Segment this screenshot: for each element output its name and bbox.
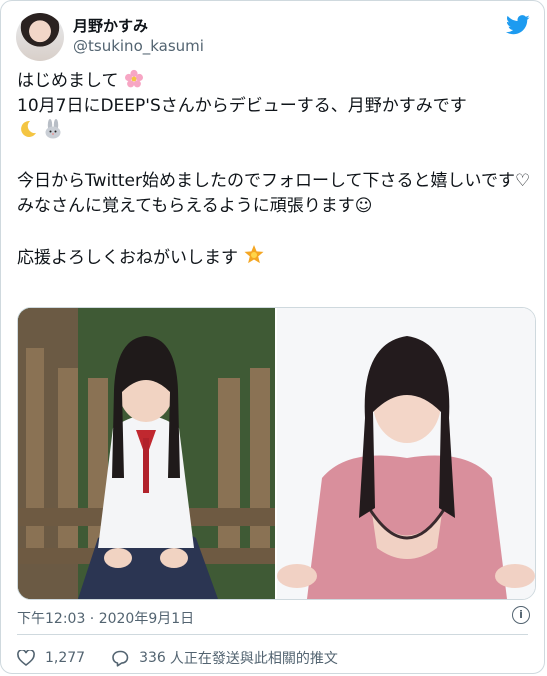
star-icon (244, 245, 264, 264)
user-handle[interactable]: @tsukino_kasumi (73, 37, 204, 55)
tweet-timestamp[interactable]: 下午12:03 · 2020年9月1日 (17, 608, 194, 628)
photo-left-illustration (18, 308, 275, 599)
tweet-line-4: 今日からTwitter始めましたのでフォローして下さると嬉しいです♡ (17, 171, 531, 191)
info-icon[interactable]: i (512, 606, 530, 624)
photo-right[interactable] (277, 308, 535, 599)
tweet-card[interactable]: 月野かすみ @tsukino_kasumi はじめまして 10月7日にDEEP'… (0, 0, 545, 674)
tweet-line-1: はじめまして (17, 69, 532, 94)
twitter-bird-icon[interactable] (506, 15, 530, 35)
tweet-line-3 (17, 119, 532, 144)
photo-left[interactable] (18, 308, 275, 599)
reply-label: 人正在發送與此相關的推文 (169, 651, 338, 667)
tweet-line-7: 応援よろしくおねがいします (17, 244, 532, 271)
rabbit-icon (45, 119, 61, 139)
avatar[interactable] (16, 13, 64, 61)
tweet-actions: 1,277 336 人正在發送與此相關的推文 (17, 648, 364, 668)
reply-button[interactable]: 336 人正在發送與此相關的推文 (111, 648, 338, 668)
tweet-line-5: みなさんに覚えてもらえるように頑張ります☺ (17, 196, 373, 216)
photo-right-illustration (277, 308, 535, 599)
tweet-media[interactable] (17, 307, 536, 600)
flower-icon (124, 69, 143, 88)
tweet-text: はじめまして 10月7日にDEEP'Sさんからデビューする、月野かすみです 今日… (17, 69, 532, 271)
tweet-line-2: 10月7日にDEEP'Sさんからデビューする、月野かすみです (17, 96, 467, 116)
reply-icon (112, 650, 129, 667)
display-name[interactable]: 月野かすみ (73, 15, 148, 36)
like-button[interactable]: 1,277 (17, 650, 85, 666)
divider (17, 634, 528, 635)
moon-icon (21, 120, 36, 137)
reply-count: 336 (139, 650, 166, 666)
heart-icon (17, 650, 35, 666)
like-count: 1,277 (45, 650, 86, 666)
